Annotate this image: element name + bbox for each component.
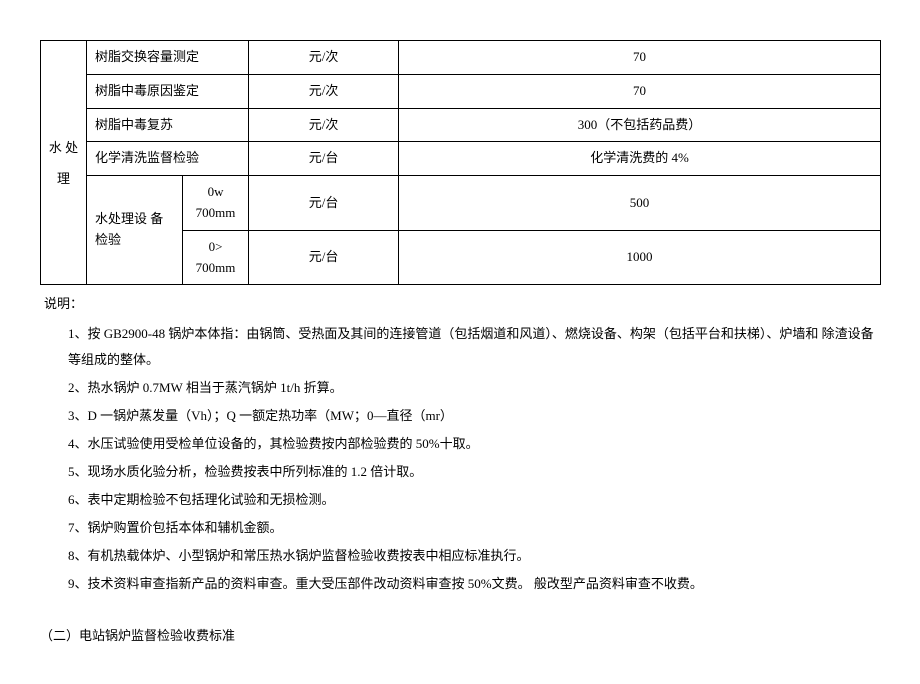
- value-cell: 70: [399, 74, 881, 108]
- table-row: 水 处 理 树脂交换容量测定 元/次 70: [41, 41, 881, 75]
- unit-cell: 元/台: [249, 230, 399, 285]
- table-row: 树脂中毒原因鉴定 元/次 70: [41, 74, 881, 108]
- item-cell: 树脂中毒原因鉴定: [87, 74, 249, 108]
- unit-cell: 元/次: [249, 108, 399, 142]
- table-row: 树脂中毒复苏 元/次 300（不包括药品费）: [41, 108, 881, 142]
- item-cell: 树脂交换容量测定: [87, 41, 249, 75]
- item-cell: 化学清洗监督检验: [87, 142, 249, 176]
- list-item: 5、现场水质化验分析，检验费按表中所列标准的 1.2 倍计取。: [68, 459, 880, 485]
- table-row: 化学清洗监督检验 元/台 化学清洗费的 4%: [41, 142, 881, 176]
- item-cell: 树脂中毒复苏: [87, 108, 249, 142]
- value-cell: 化学清洗费的 4%: [399, 142, 881, 176]
- notes-list: 1、按 GB2900-48 锅炉本体指：由锅筒、受热面及其间的连接管道（包括烟道…: [40, 321, 880, 597]
- category-cell: 水 处 理: [41, 41, 87, 285]
- value-cell: 1000: [399, 230, 881, 285]
- unit-cell: 元/次: [249, 74, 399, 108]
- list-item: 6、表中定期检验不包括理化试验和无损检测。: [68, 487, 880, 513]
- notes-label: 说明：: [44, 291, 880, 317]
- value-cell: 300（不包括药品费）: [399, 108, 881, 142]
- list-item: 1、按 GB2900-48 锅炉本体指：由锅筒、受热面及其间的连接管道（包括烟道…: [68, 321, 880, 373]
- table-row: 水处理设 备检验 0w 700mm 元/台 500: [41, 176, 881, 231]
- notes-section: 说明： 1、按 GB2900-48 锅炉本体指：由锅筒、受热面及其间的连接管道（…: [40, 291, 880, 597]
- list-item: 8、有机热载体炉、小型锅炉和常压热水锅炉监督检验收费按表中相应标准执行。: [68, 543, 880, 569]
- list-item: 2、热水锅炉 0.7MW 相当于蒸汽锅炉 1t/h 折算。: [68, 375, 880, 401]
- value-cell: 70: [399, 41, 881, 75]
- value-cell: 500: [399, 176, 881, 231]
- spec-cell: 0w 700mm: [183, 176, 249, 231]
- equip-label-cell: 水处理设 备检验: [87, 176, 183, 285]
- unit-cell: 元/次: [249, 41, 399, 75]
- fee-table: 水 处 理 树脂交换容量测定 元/次 70 树脂中毒原因鉴定 元/次 70 树脂…: [40, 40, 881, 285]
- list-item: 4、水压试验使用受检单位设备的，其检验费按内部检验费的 50%十取。: [68, 431, 880, 457]
- spec-cell: 0> 700mm: [183, 230, 249, 285]
- section-subheader: （二）电站锅炉监督检验收费标准: [40, 625, 880, 644]
- unit-cell: 元/台: [249, 176, 399, 231]
- unit-cell: 元/台: [249, 142, 399, 176]
- list-item: 7、锅炉购置价包括本体和辅机金额。: [68, 515, 880, 541]
- list-item: 3、D 一锅炉蒸发量（Vh）；Q 一额定热功率（MW；0—直径（mr）: [68, 403, 880, 429]
- list-item: 9、技术资料审查指新产品的资料审查。重大受压部件改动资料审查按 50%文费。 般…: [68, 571, 880, 597]
